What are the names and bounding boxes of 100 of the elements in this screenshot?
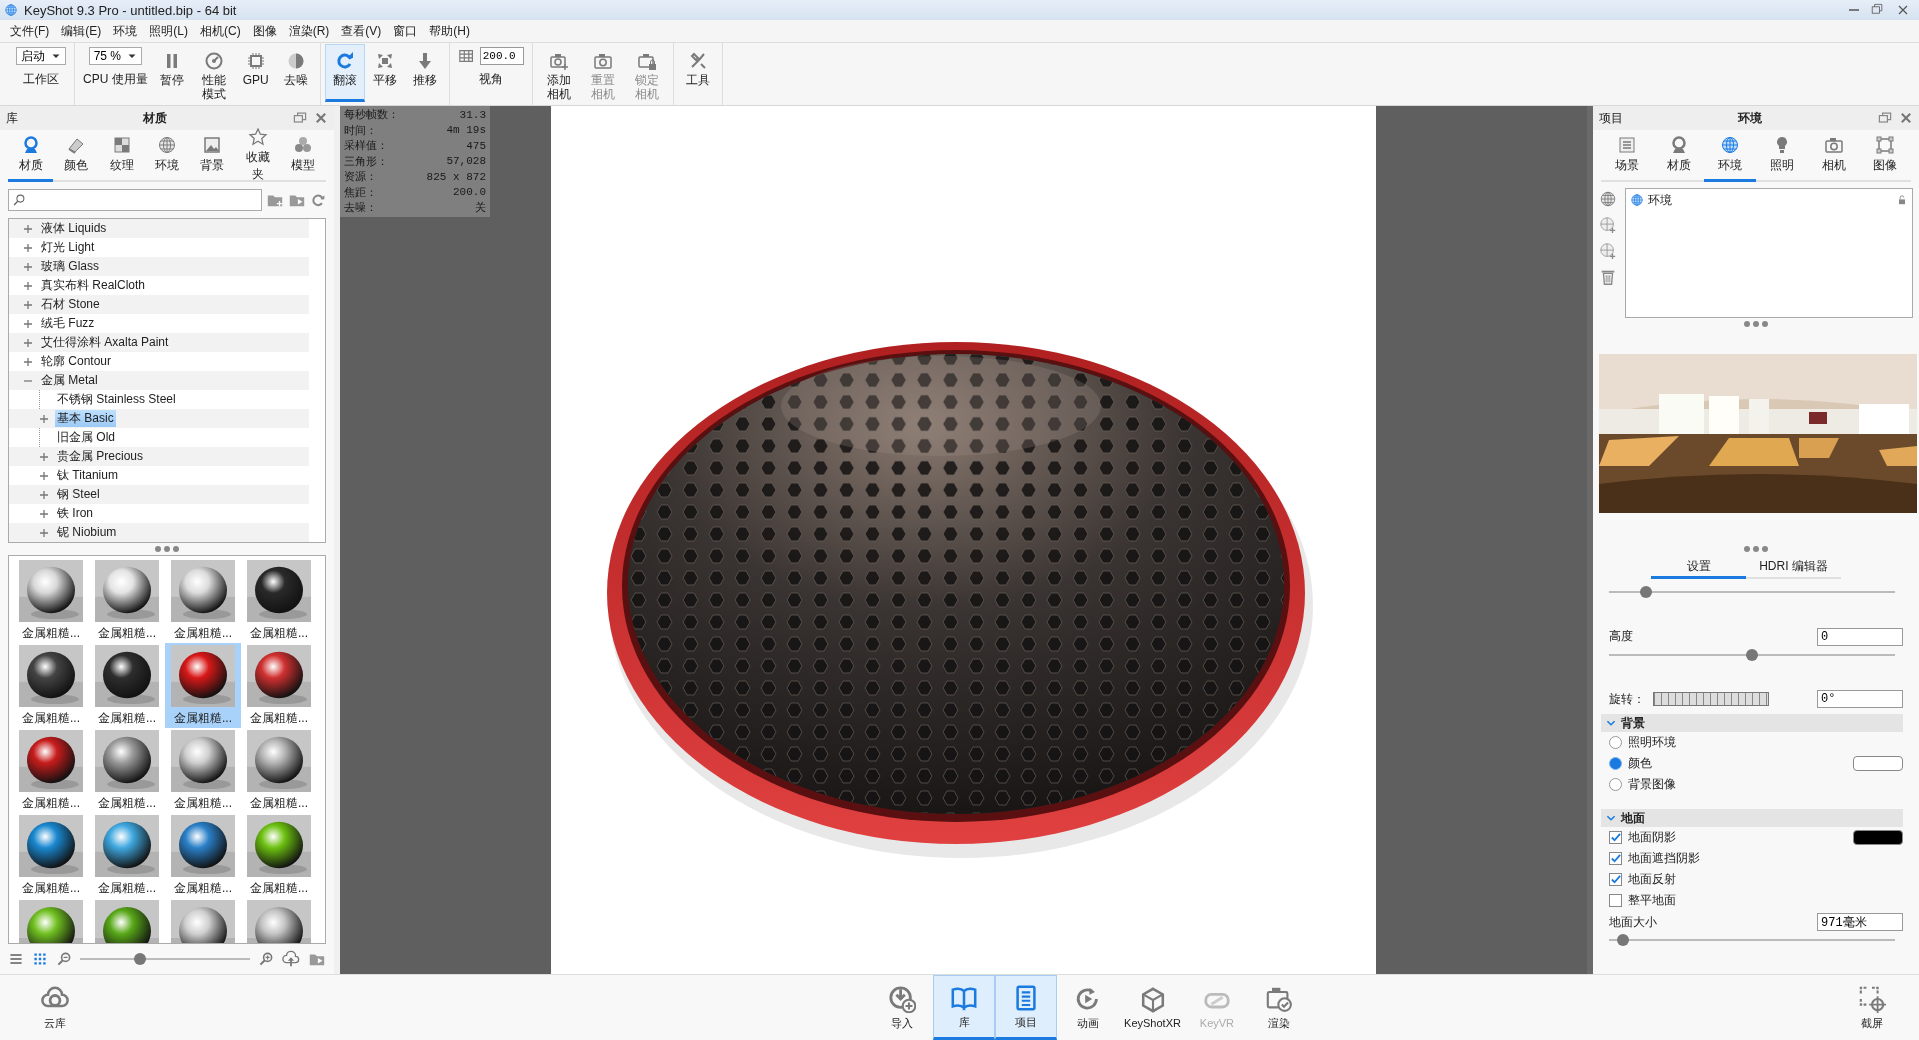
input-field[interactable]: 200.0 xyxy=(479,47,524,65)
toolbar-button[interactable]: 暂停 xyxy=(151,44,192,102)
material-tile[interactable]: 金属粗糙... xyxy=(241,728,317,813)
menu-item[interactable]: 渲染(R) xyxy=(282,22,336,40)
menu-item[interactable]: 文件(F) xyxy=(4,22,56,40)
dock-button[interactable]: 项目 xyxy=(995,975,1058,1040)
tab[interactable]: 场景 xyxy=(1601,130,1653,182)
material-tile[interactable]: 金属粗糙... xyxy=(89,813,165,898)
tab[interactable]: 照明 xyxy=(1756,130,1808,182)
dock-button[interactable]: 渲染 xyxy=(1247,975,1310,1040)
toolbar-button[interactable]: GPU xyxy=(235,44,276,102)
dropdown[interactable]: 启动 xyxy=(16,47,66,65)
upload-button[interactable] xyxy=(282,950,300,968)
radio-button[interactable] xyxy=(1609,757,1622,771)
undock-button[interactable] xyxy=(292,110,308,126)
toolbar-button[interactable]: 去噪 xyxy=(275,44,316,102)
globe-button[interactable] xyxy=(1599,190,1617,208)
tree-item[interactable]: 钛 Titanium xyxy=(55,467,120,484)
tree-item[interactable]: 金属 Metal xyxy=(39,372,100,389)
add-environment-button[interactable] xyxy=(1599,216,1617,234)
tree-item[interactable]: 真实布料 RealCloth xyxy=(39,277,148,294)
tree-item[interactable]: 旧金属 Old xyxy=(55,429,117,446)
menu-item[interactable]: 编辑(E) xyxy=(55,22,108,40)
tab[interactable]: 环境 xyxy=(1704,130,1756,182)
toolbar-button[interactable]: 性能模式 xyxy=(191,44,236,102)
material-tile[interactable]: 金属粗糙... xyxy=(89,558,165,643)
toolbar-button[interactable]: 工具 xyxy=(677,44,718,102)
rotation-dial[interactable] xyxy=(1653,692,1769,707)
dock-button[interactable]: KeyShotXR xyxy=(1119,975,1186,1040)
menu-item[interactable]: 窗口 xyxy=(387,22,424,40)
undock-button[interactable] xyxy=(1877,110,1893,126)
tab[interactable]: 材质 xyxy=(8,130,54,182)
tree-item[interactable]: 钢 Steel xyxy=(55,486,102,503)
tab[interactable]: 纹理 xyxy=(98,130,145,182)
dock-button[interactable]: 库 xyxy=(933,975,996,1040)
input-field[interactable]: 971毫米 xyxy=(1817,913,1903,932)
tab[interactable]: 材质 xyxy=(1652,130,1705,182)
tab[interactable]: 收藏夹 xyxy=(235,130,281,182)
menu-item[interactable]: 相机(C) xyxy=(194,22,247,40)
tree-item[interactable]: 轮廓 Contour xyxy=(39,353,114,370)
tree-item[interactable]: 铌 Niobium xyxy=(55,524,119,541)
material-tile[interactable]: 金属粗糙... xyxy=(241,558,317,643)
tab[interactable]: 背景 xyxy=(189,130,236,182)
tab[interactable]: 环境 xyxy=(144,130,190,182)
menu-item[interactable]: 环境 xyxy=(107,22,144,40)
dock-button[interactable]: 云库 xyxy=(24,975,86,1040)
tree-item[interactable]: 石材 Stone xyxy=(39,296,102,313)
material-tile[interactable]: 金属粗糙... xyxy=(89,643,165,728)
material-tile[interactable]: 金属粗糙... xyxy=(165,558,241,643)
color-swatch[interactable] xyxy=(1853,756,1903,772)
size-slider[interactable] xyxy=(80,952,250,966)
tab[interactable]: 设置 xyxy=(1651,557,1746,579)
color-swatch[interactable] xyxy=(1853,830,1903,846)
toolbar-button[interactable]: 推移 xyxy=(404,44,445,102)
checkbox[interactable] xyxy=(1609,831,1622,845)
list-view-button[interactable] xyxy=(8,951,24,967)
list-item[interactable]: 环境 xyxy=(1648,191,1892,209)
dropdown[interactable]: 75 % xyxy=(88,47,142,65)
tab[interactable]: 颜色 xyxy=(53,130,99,182)
tab[interactable]: 模型 xyxy=(280,130,326,182)
input-field[interactable]: 0 xyxy=(1817,627,1903,646)
material-tile[interactable]: 金属粗糙... xyxy=(241,813,317,898)
material-tile[interactable]: 金属粗糙... xyxy=(13,558,89,643)
toolbar-button[interactable]: 平移 xyxy=(364,44,405,102)
tree-item[interactable]: 灯光 Light xyxy=(39,239,97,256)
tree-item[interactable]: 不锈钢 Stainless Steel xyxy=(55,391,178,408)
toolbar-button[interactable]: 翻滚 xyxy=(324,44,365,102)
radio-button[interactable] xyxy=(1609,736,1622,750)
grid-view-button[interactable] xyxy=(32,951,48,967)
dock-button[interactable]: 截屏 xyxy=(1841,975,1903,1040)
radio-button[interactable] xyxy=(1609,778,1622,792)
tab[interactable]: 相机 xyxy=(1807,130,1860,182)
close-button[interactable] xyxy=(1899,111,1913,125)
checkbox[interactable] xyxy=(1609,894,1622,908)
material-tile[interactable]: 金属粗糙... xyxy=(13,643,89,728)
tree-item[interactable]: 玻璃 Glass xyxy=(39,258,101,275)
checkbox[interactable] xyxy=(1609,852,1622,866)
menu-item[interactable]: 照明(L) xyxy=(143,22,194,40)
menu-item[interactable]: 帮助(H) xyxy=(423,22,476,40)
material-tile[interactable]: 金属粗糙... xyxy=(13,813,89,898)
material-tile[interactable]: 金属粗糙... xyxy=(13,728,89,813)
material-tile[interactable]: 金属粗糙... xyxy=(241,643,317,728)
material-tile[interactable]: 金属粗糙... xyxy=(89,728,165,813)
dock-button[interactable]: 动画 xyxy=(1057,975,1120,1040)
material-tile[interactable]: 金属粗糙... xyxy=(165,728,241,813)
refresh-button[interactable] xyxy=(310,192,326,208)
search-field[interactable] xyxy=(8,189,262,211)
material-tile[interactable]: 金属粗糙... xyxy=(165,813,241,898)
tab[interactable]: HDRI 编辑器 xyxy=(1746,557,1841,579)
menu-item[interactable]: 查看(V) xyxy=(335,22,388,40)
menu-item[interactable]: 图像 xyxy=(246,22,283,40)
delete-button[interactable] xyxy=(1599,268,1617,286)
tree-item[interactable]: 基本 Basic xyxy=(55,410,116,427)
dock-button[interactable]: 导入 xyxy=(871,975,934,1040)
input-field[interactable]: 0° xyxy=(1817,690,1903,709)
duplicate-button[interactable] xyxy=(1599,242,1617,260)
tree-item[interactable]: 铁 Iron xyxy=(55,505,95,522)
close-button[interactable] xyxy=(314,111,328,125)
tab[interactable]: 图像 xyxy=(1859,130,1912,182)
tree-item[interactable]: 绒毛 Fuzz xyxy=(39,315,97,332)
